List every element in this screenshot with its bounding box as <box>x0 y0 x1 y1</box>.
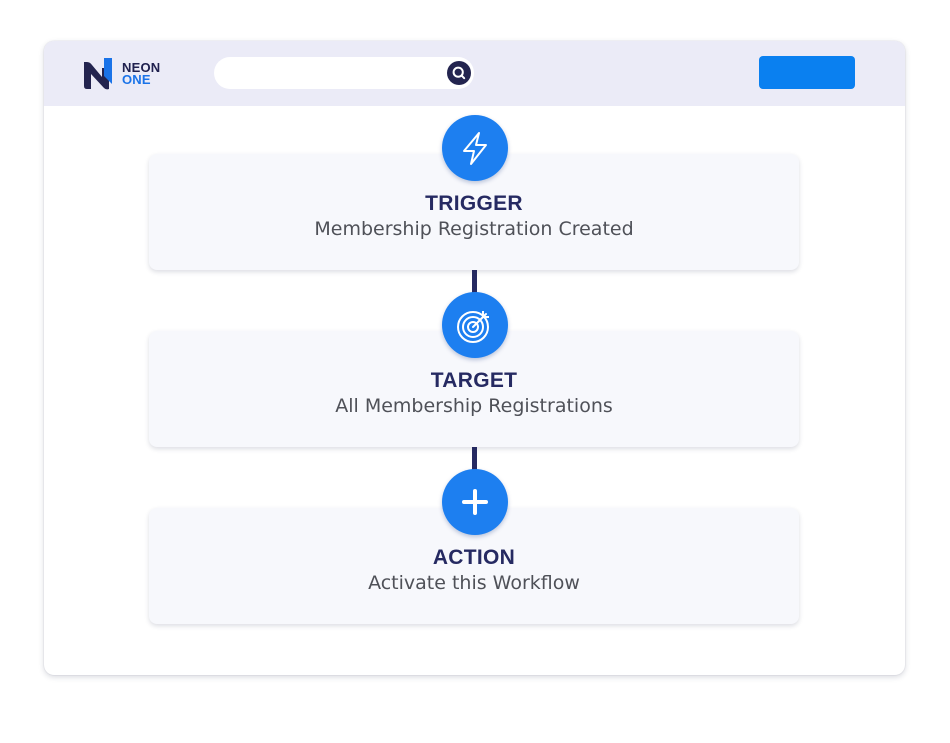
logo-text: NEON ONE <box>122 61 160 87</box>
neon-one-logo-mark <box>84 58 112 90</box>
logo-text-line2: ONE <box>122 72 151 87</box>
primary-action-button[interactable] <box>759 56 855 89</box>
action-add-button[interactable] <box>442 469 508 535</box>
search-button[interactable] <box>447 61 471 85</box>
action-subtitle: Activate this Workflow <box>368 572 580 594</box>
app-window: NEON ONE TRIGGER Membership Registration… <box>44 41 905 675</box>
search-icon <box>452 66 466 80</box>
target-subtitle: All Membership Registrations <box>335 395 613 417</box>
top-bar: NEON ONE <box>44 41 905 106</box>
trigger-title: TRIGGER <box>425 192 523 215</box>
trigger-subtitle: Membership Registration Created <box>314 218 634 240</box>
target-icon <box>457 311 489 343</box>
target-icon-badge <box>442 292 508 358</box>
lightning-bolt-icon <box>463 132 487 165</box>
neon-one-logo[interactable]: NEON ONE <box>82 56 172 92</box>
target-title: TARGET <box>430 369 518 392</box>
search-input[interactable] <box>214 57 474 89</box>
trigger-icon-badge <box>442 115 508 181</box>
plus-icon <box>462 489 488 515</box>
action-title: ACTION <box>432 546 516 569</box>
